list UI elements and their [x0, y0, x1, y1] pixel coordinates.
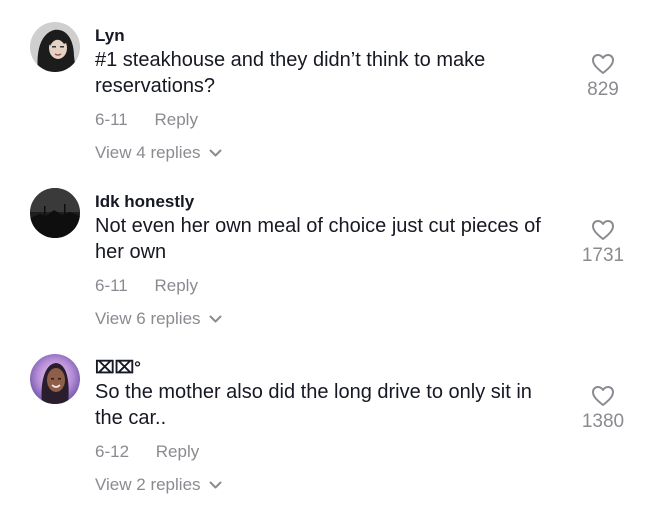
view-replies-button[interactable]: View 6 replies [95, 309, 222, 329]
username[interactable]: Lyn [95, 26, 125, 46]
avatar[interactable] [30, 188, 80, 238]
comment-date: 6-11 [95, 276, 128, 295]
username[interactable]: ⌧⌧° [95, 358, 141, 378]
comment-date: 6-12 [95, 442, 130, 461]
comment-date: 6-11 [95, 110, 128, 129]
view-replies-button[interactable]: View 2 replies [95, 475, 222, 495]
reply-button[interactable]: Reply [155, 110, 198, 129]
comment-item: Lyn #1 steakhouse and they didn’t think … [0, 0, 647, 166]
chevron-down-icon [209, 143, 222, 163]
comment-item: Idk honestly Not even her own meal of ch… [0, 166, 647, 332]
chevron-down-icon [209, 309, 222, 329]
comment-meta: 6-11 Reply [95, 110, 198, 130]
avatar[interactable] [30, 22, 80, 72]
comment-text: Not even her own meal of choice just cut… [95, 215, 541, 263]
like-button[interactable]: 829 [563, 53, 643, 101]
view-replies-label: View 2 replies [95, 475, 201, 494]
chevron-down-icon [209, 475, 222, 495]
comment-text: So the mother also did the long drive to… [95, 381, 532, 429]
heart-outline-icon [592, 54, 614, 74]
comment-meta: 6-12 Reply [95, 442, 199, 462]
view-replies-label: View 6 replies [95, 309, 201, 328]
view-replies-button[interactable]: View 4 replies [95, 143, 222, 163]
username[interactable]: Idk honestly [95, 192, 194, 212]
like-count: 829 [587, 79, 619, 100]
heart-outline-icon [592, 386, 614, 406]
reply-button[interactable]: Reply [156, 442, 199, 461]
view-replies-label: View 4 replies [95, 143, 201, 162]
like-count: 1731 [581, 245, 625, 266]
comment-text: #1 steakhouse and they didn’t think to m… [95, 49, 486, 97]
like-button[interactable]: 1731 [563, 219, 643, 267]
like-button[interactable]: 1380 [563, 385, 643, 433]
like-count: 1380 [581, 411, 625, 432]
avatar[interactable] [30, 354, 80, 404]
comment-item: ⌧⌧° So the mother also did the long driv… [0, 332, 647, 498]
heart-outline-icon [592, 220, 614, 240]
comment-meta: 6-11 Reply [95, 276, 198, 296]
reply-button[interactable]: Reply [155, 276, 198, 295]
